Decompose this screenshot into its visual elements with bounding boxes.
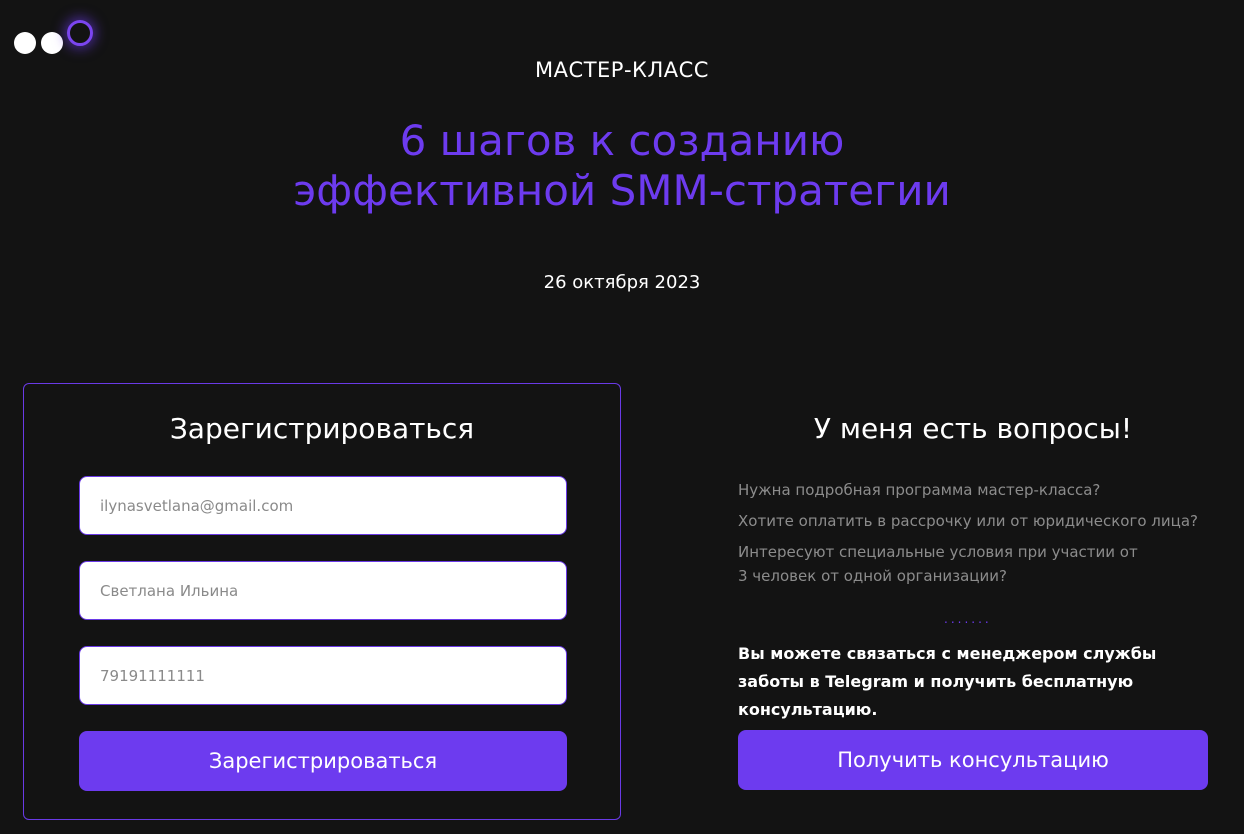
logo[interactable] [14,18,104,58]
phone-field[interactable] [79,646,567,705]
question-item: Интересуют специальные условия при участ… [738,543,1138,585]
get-consultation-button[interactable]: Получить консультацию [738,730,1208,790]
email-field[interactable] [79,476,567,535]
dotted-separator: ....... [944,612,992,626]
event-date: 26 октября 2023 [543,272,701,293]
logo-ring-icon [67,20,93,46]
contact-manager-text: Вы можете связаться с менеджером службы … [738,644,1157,719]
registration-title: Зарегистрироваться [169,412,475,445]
logo-dot-1 [14,32,36,54]
question-item: Хотите оплатить в рассрочку или от юриди… [738,512,1199,530]
registration-form: Зарегистрироваться Зарегистрироваться [23,383,621,820]
page-title-line-2: эффективной SMM-стратегии [293,166,951,215]
page-title-line-1: 6 шагов к созданию [399,116,845,165]
question-item: Нужна подробная программа мастер-класса? [738,481,1101,499]
questions-title: У меня есть вопросы! [813,412,1133,445]
page-title: 6 шагов к созданию эффективной SMM-страт… [0,116,1244,216]
questions-list: Нужна подробная программа мастер-класса?… [738,478,1218,595]
event-type-label: МАСТЕР-КЛАСС [535,58,709,82]
name-field[interactable] [79,561,567,620]
register-button[interactable]: Зарегистрироваться [79,731,567,791]
logo-dot-2 [41,32,63,54]
